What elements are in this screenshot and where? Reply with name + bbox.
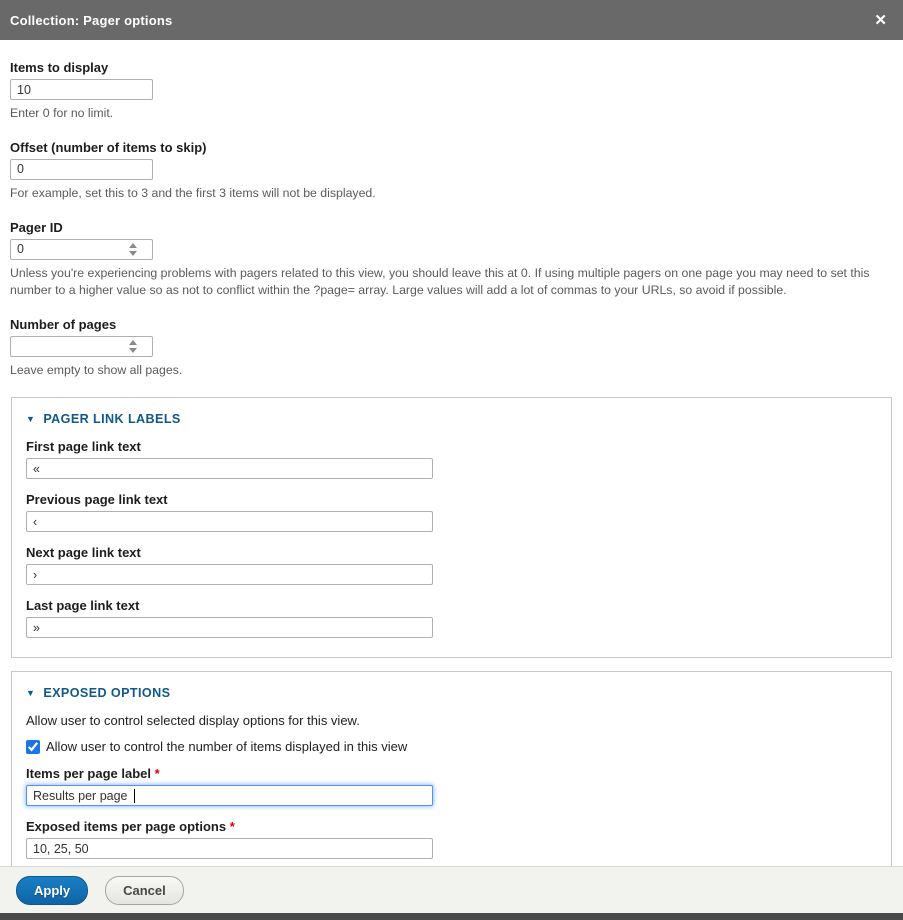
page-background-strip	[0, 913, 903, 920]
first-page-link-input[interactable]	[26, 458, 433, 479]
pager-id-label: Pager ID	[10, 220, 893, 235]
pager-link-labels-legend-text: PAGER LINK LABELS	[43, 412, 180, 426]
collapse-arrow-icon: ▼	[26, 689, 35, 698]
first-page-link-label: First page link text	[26, 439, 877, 454]
form-item-offset: Offset (number of items to skip) For exa…	[10, 140, 893, 203]
required-mark: *	[155, 766, 160, 781]
form-item-last-page-link: Last page link text	[26, 598, 877, 638]
pager-id-input[interactable]	[10, 239, 153, 260]
pager-link-labels-legend[interactable]: ▼ PAGER LINK LABELS	[26, 412, 877, 426]
required-mark: *	[230, 819, 235, 834]
form-item-exposed-items-options: Exposed items per page options * Set bet…	[26, 819, 877, 866]
items-to-display-input[interactable]	[10, 79, 153, 100]
last-page-link-label: Last page link text	[26, 598, 877, 613]
dialog-body: Items to display Enter 0 for no limit. O…	[0, 40, 903, 866]
offset-label: Offset (number of items to skip)	[10, 140, 893, 155]
pager-options-dialog: Collection: Pager options ✕ Items to dis…	[0, 0, 903, 920]
fieldset-exposed-options: ▼ EXPOSED OPTIONS Allow user to control …	[11, 671, 892, 866]
control-items-checkbox-row: Allow user to control the number of item…	[26, 739, 877, 754]
cancel-button[interactable]: Cancel	[105, 876, 184, 905]
items-per-page-label-input[interactable]	[26, 785, 433, 806]
text-caret	[134, 789, 135, 803]
dialog-footer: Apply Cancel	[0, 866, 903, 913]
form-item-number-of-pages: Number of pages Leave empty to show all …	[10, 317, 893, 380]
close-icon[interactable]: ✕	[870, 11, 891, 30]
exposed-items-options-label: Exposed items per page options *	[26, 819, 877, 834]
collapse-arrow-icon: ▼	[26, 415, 35, 424]
items-to-display-label: Items to display	[10, 60, 893, 75]
next-page-link-input[interactable]	[26, 564, 433, 585]
number-of-pages-description: Leave empty to show all pages.	[10, 362, 893, 380]
form-item-pager-id: Pager ID Unless you're experiencing prob…	[10, 220, 893, 301]
form-item-next-page-link: Next page link text	[26, 545, 877, 585]
form-item-first-page-link: First page link text	[26, 439, 877, 479]
offset-description: For example, set this to 3 and the first…	[10, 185, 893, 203]
apply-button[interactable]: Apply	[16, 876, 88, 905]
exposed-options-legend[interactable]: ▼ EXPOSED OPTIONS	[26, 686, 877, 700]
items-per-page-label-label: Items per page label *	[26, 766, 877, 781]
fieldset-pager-link-labels: ▼ PAGER LINK LABELS First page link text…	[11, 397, 892, 658]
control-items-checkbox-label: Allow user to control the number of item…	[46, 739, 407, 754]
next-page-link-label: Next page link text	[26, 545, 877, 560]
pager-id-description: Unless you're experiencing problems with…	[10, 265, 893, 301]
exposed-items-options-input[interactable]	[26, 838, 433, 859]
form-item-previous-page-link: Previous page link text	[26, 492, 877, 532]
items-to-display-description: Enter 0 for no limit.	[10, 105, 893, 123]
exposed-options-legend-text: EXPOSED OPTIONS	[43, 686, 170, 700]
previous-page-link-label: Previous page link text	[26, 492, 877, 507]
last-page-link-input[interactable]	[26, 617, 433, 638]
dialog-title: Collection: Pager options	[10, 13, 172, 28]
number-of-pages-input[interactable]	[10, 336, 153, 357]
previous-page-link-input[interactable]	[26, 511, 433, 532]
dialog-header: Collection: Pager options ✕	[0, 0, 903, 40]
number-of-pages-label: Number of pages	[10, 317, 893, 332]
control-items-checkbox[interactable]	[26, 740, 40, 754]
form-item-items-per-page-label: Items per page label *	[26, 766, 877, 806]
offset-input[interactable]	[10, 159, 153, 180]
form-item-items-to-display: Items to display Enter 0 for no limit.	[10, 60, 893, 123]
exposed-options-intro: Allow user to control selected display o…	[26, 713, 877, 728]
